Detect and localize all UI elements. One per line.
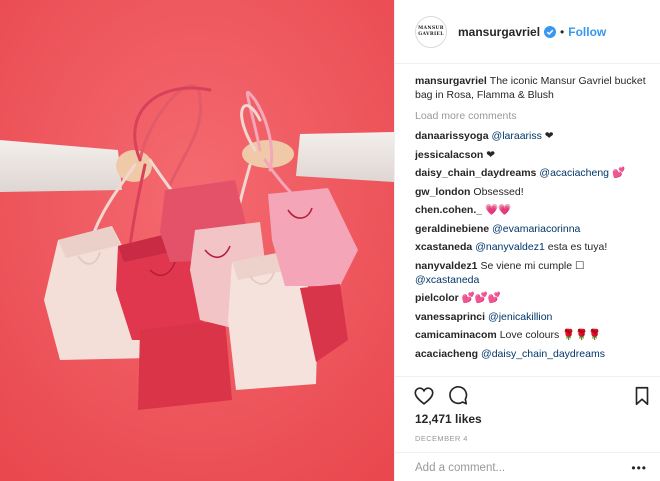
comment-item: pielcolor 💕💕💕 xyxy=(415,291,655,305)
comment-text: 💗💗 xyxy=(485,204,512,216)
comment-item: jessicalacson ❤ xyxy=(415,148,655,162)
comment-mention[interactable]: @daisy_chain_daydreams xyxy=(481,348,605,360)
comment-username[interactable]: xcastaneda xyxy=(415,241,472,253)
comment-text: esta es tuya! xyxy=(544,241,608,253)
comment-username[interactable]: camicaminacom xyxy=(415,329,497,341)
comment-mention[interactable]: @nanyvaldez1 xyxy=(475,241,545,253)
comment-username[interactable]: geraldinebiene xyxy=(415,223,489,235)
comment-item: camicaminacom Love colours 🌹🌹🌹 xyxy=(415,328,655,342)
comment-mention[interactable]: @acaciacheng xyxy=(539,167,609,179)
comment-username[interactable]: danaarissyoga xyxy=(415,130,489,142)
like-count[interactable]: 12,471 likes xyxy=(415,412,482,426)
add-comment-input[interactable] xyxy=(415,459,625,477)
comment-username[interactable]: acaciacheng xyxy=(415,348,478,360)
comment-text: ❤ xyxy=(541,130,554,142)
post-photo[interactable] xyxy=(0,0,394,481)
comment-username[interactable]: chen.cohen._ xyxy=(415,204,482,216)
comment-item: acaciacheng @daisy_chain_daydreams xyxy=(415,347,655,361)
comment-item: daisy_chain_daydreams @acaciacheng 💕 xyxy=(415,166,655,180)
comment-item: gw_london Obsessed! xyxy=(415,185,655,199)
comment-item: danaarissyoga @laraariss ❤ xyxy=(415,129,655,143)
load-more-comments-button[interactable]: Load more comments xyxy=(415,109,655,123)
post-header: MANSUR GAVRIEL mansurgavriel • Follow xyxy=(395,0,660,64)
avatar[interactable]: MANSUR GAVRIEL xyxy=(415,15,447,48)
comment-item: geraldinebiene @evamariacorinna xyxy=(415,222,655,236)
comment-text: Love colours 🌹🌹🌹 xyxy=(499,329,602,341)
comment-item: vanessaprinci @jenicakillion xyxy=(415,310,655,324)
comment-mention[interactable]: @jenicakillion xyxy=(488,311,552,323)
comment-text: Obsessed! xyxy=(473,185,524,198)
comment-text: 💕💕💕 xyxy=(461,292,501,304)
add-comment-section: ••• xyxy=(395,452,660,481)
comment-mention[interactable]: @evamariacorinna xyxy=(492,223,580,235)
comment-username[interactable]: pielcolor xyxy=(415,292,459,304)
post-side-panel: MANSUR GAVRIEL mansurgavriel • Follow ma… xyxy=(394,0,660,481)
follow-button[interactable]: Follow xyxy=(568,25,606,39)
comment-username[interactable]: vanessaprinci xyxy=(415,311,485,323)
comment-text: Se viene mi cumple ☐ xyxy=(480,259,585,272)
comment-item: chen.cohen._ 💗💗 xyxy=(415,203,655,217)
heart-icon[interactable] xyxy=(413,385,435,407)
comment-username[interactable]: gw_london xyxy=(415,186,470,198)
comment-icon[interactable] xyxy=(447,385,469,407)
header-username[interactable]: mansurgavriel xyxy=(458,25,540,39)
comment-item: nanyvaldez1 Se viene mi cumple ☐ @xcastane… xyxy=(415,259,655,287)
separator-dot: • xyxy=(560,24,565,39)
action-bar xyxy=(395,376,660,412)
comment-mention[interactable]: @laraariss xyxy=(492,130,542,142)
comments-list[interactable]: mansurgavriel The iconic Mansur Gavriel b… xyxy=(415,74,655,376)
comment-text: 💕 xyxy=(609,167,626,179)
verified-badge-icon xyxy=(544,25,557,38)
caption-username[interactable]: mansurgavriel xyxy=(415,75,487,87)
caption: mansurgavriel The iconic Mansur Gavriel b… xyxy=(415,74,655,102)
comment-mention[interactable]: @xcastaneda xyxy=(415,274,479,286)
comment-username[interactable]: daisy_chain_daydreams xyxy=(415,167,536,179)
comment-username[interactable]: jessicalacson xyxy=(415,149,483,161)
comment-username[interactable]: nanyvaldez1 xyxy=(415,260,477,272)
more-options-icon[interactable]: ••• xyxy=(631,461,647,475)
comment-item: xcastaneda @nanyvaldez1 esta es tuya! xyxy=(415,240,655,254)
comment-text: ❤ xyxy=(486,148,496,161)
avatar-text-line-2: GAVRIEL xyxy=(418,31,444,37)
post-date: DECEMBER 4 xyxy=(415,434,468,443)
bookmark-icon[interactable] xyxy=(631,385,653,407)
bucket-bags-photo xyxy=(0,0,394,481)
instagram-post: MANSUR GAVRIEL mansurgavriel • Follow ma… xyxy=(0,0,660,481)
